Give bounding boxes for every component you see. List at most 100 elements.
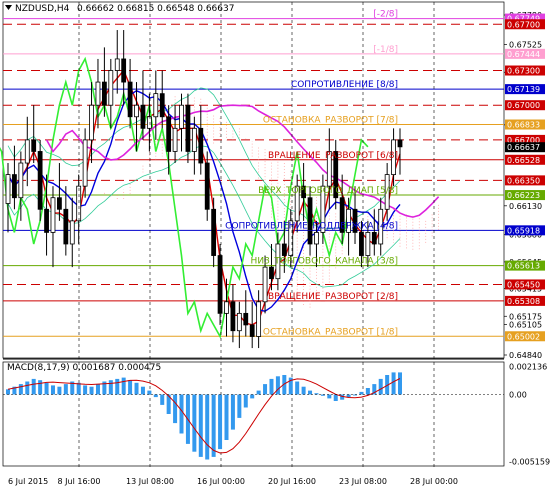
candle-body	[76, 185, 82, 222]
macd-bar	[31, 378, 36, 395]
macd-bar	[269, 378, 274, 395]
candle-body	[236, 312, 242, 332]
level-price-label: 0.67300	[507, 67, 540, 76]
level-price-label: 0.66528	[507, 156, 540, 165]
candle-body	[204, 162, 210, 210]
macd-bar	[83, 385, 88, 395]
time-tick-label: 8 Jul 16:00	[58, 477, 101, 486]
level-name-label: НИЗ_ТОРГОВОГО_КАНАЛА [3/8]	[251, 257, 398, 267]
macd-bar	[18, 384, 23, 395]
symbol-timeframe: NZDUSD,H4	[15, 4, 70, 14]
macd-bar	[205, 394, 210, 460]
candle-body	[217, 255, 223, 314]
macd-bar	[243, 394, 248, 408]
time-tick-label: 6 Jul 2015	[8, 477, 48, 486]
level-name-label: СОПРОТИВЛЕНИЕ_ПОДДЕРЖКА [4/8]	[225, 221, 398, 231]
macd-bar	[25, 381, 30, 395]
level-price-label: 0.65918	[507, 226, 540, 235]
candle-body	[134, 104, 139, 118]
macd-bar	[230, 394, 235, 430]
level-name-label: ВЕРХ_ТОРГОВОГО_ДИАП [5/8]	[258, 186, 398, 196]
macd-bar	[192, 394, 197, 452]
macd-bar	[173, 394, 178, 424]
macd-bar	[95, 384, 100, 395]
candle-body	[371, 232, 377, 245]
candle-body	[191, 127, 197, 152]
macd-bar	[346, 394, 351, 398]
candle-body	[230, 301, 236, 332]
level-price-label: 0.65613	[507, 262, 540, 271]
macd-bar	[179, 394, 184, 434]
macd-bar	[263, 384, 268, 395]
macd-bar	[63, 384, 68, 395]
candle-body	[114, 58, 120, 71]
candle-body	[166, 116, 172, 152]
macd-bar	[301, 386, 306, 395]
candle-body	[44, 208, 49, 233]
level-price-label: 0.67700	[507, 20, 540, 29]
macd-bar	[160, 394, 165, 405]
macd-bar	[398, 372, 402, 395]
macd-bar	[76, 382, 81, 395]
candle-body	[185, 104, 191, 152]
macd-bar	[44, 382, 49, 395]
level-price-label: 0.66223	[507, 191, 540, 200]
candle-body	[95, 81, 101, 106]
candle-body	[397, 139, 403, 148]
macd-bar	[359, 391, 364, 395]
time-tick-label: 20 Jul 16:00	[268, 477, 316, 486]
macd-tick-label: 0.002136	[509, 363, 547, 372]
macd-bar	[140, 386, 145, 395]
macd-bar	[147, 390, 152, 395]
level-price-label: 0.65308	[507, 297, 540, 306]
time-tick-label: 23 Jul 08:00	[339, 477, 387, 486]
candle-body	[179, 104, 184, 129]
candle-body	[256, 301, 262, 337]
macd-bar	[218, 394, 223, 450]
candle-body	[281, 243, 287, 256]
macd-bar	[128, 380, 133, 395]
candle-body	[121, 58, 127, 83]
macd-bar	[327, 394, 332, 399]
macd-bar	[295, 381, 300, 395]
macd-bar	[50, 385, 55, 395]
time-tick-label: 16 Jul 00:00	[197, 477, 245, 486]
candle-body	[31, 139, 37, 152]
candle-body	[24, 139, 30, 164]
macd-bar	[237, 394, 242, 418]
macd-bar	[121, 377, 126, 395]
candle-body	[140, 104, 146, 129]
macd-bar	[275, 376, 280, 395]
last-price-label: 0.66637	[507, 143, 540, 152]
level-price-label: 0.67139	[507, 85, 540, 94]
candle-body	[12, 174, 17, 199]
macd-bar	[308, 390, 313, 395]
candle-body	[224, 301, 229, 314]
macd-bar	[134, 382, 139, 395]
macd-bar	[391, 372, 396, 395]
macd-bar	[378, 378, 383, 395]
time-tick-label: 13 Jul 08:00	[126, 477, 174, 486]
level-name-label: ВРАЩЕНИЕ_РАЗВОРОТ [6/8]	[268, 151, 398, 161]
level-name-label: [-1/8]	[373, 45, 398, 55]
price-tick-label: 0.67525	[509, 40, 542, 49]
macd-bar	[89, 386, 94, 395]
level-name-label: ОСТАНОВКА_РАЗВОРОТ [1/8]	[263, 327, 398, 337]
level-price-label: 0.66350	[507, 176, 540, 185]
candle-body	[159, 93, 165, 118]
candle-body	[89, 104, 94, 141]
candle-body	[69, 220, 75, 245]
chart-header: NZDUSD,H4 0.66662 0.66815 0.66548 0.6663…	[5, 4, 234, 14]
candle-body	[63, 208, 69, 245]
price-tick-label: 0.64840	[509, 351, 542, 360]
price-tick-label: 0.66130	[509, 202, 542, 211]
macd-bar	[333, 394, 338, 401]
candle-body	[249, 324, 255, 337]
macd-bar	[153, 394, 158, 398]
level-name-label: ВРАЩЕНИЕ_РАЗВОРОТ [2/8]	[268, 292, 398, 302]
candle-body	[5, 174, 11, 204]
macd-bar	[38, 380, 43, 395]
level-price-label: 0.67000	[507, 101, 540, 110]
level-price-label: 0.65450	[507, 280, 540, 289]
candle-body	[314, 232, 319, 245]
